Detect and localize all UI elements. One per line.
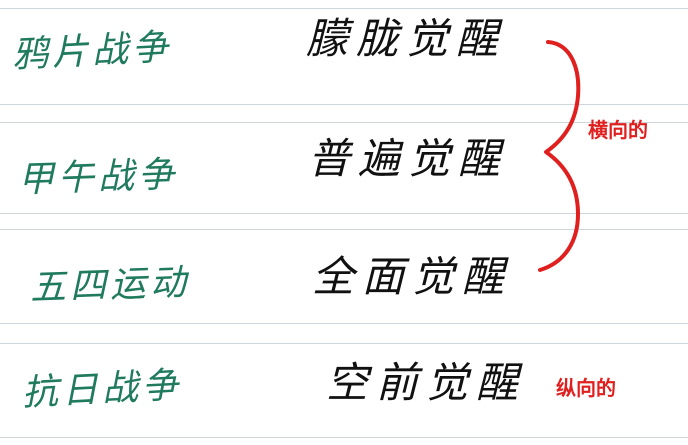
notebook-page: 鸦片战争 朦胧觉醒 甲午战争 普遍觉醒 五四运动 全面觉醒 抗日战争 空前觉醒 …: [0, 0, 688, 445]
annotation-vertical: 纵向的: [556, 376, 616, 400]
annotation-horizontal: 横向的: [588, 118, 648, 142]
